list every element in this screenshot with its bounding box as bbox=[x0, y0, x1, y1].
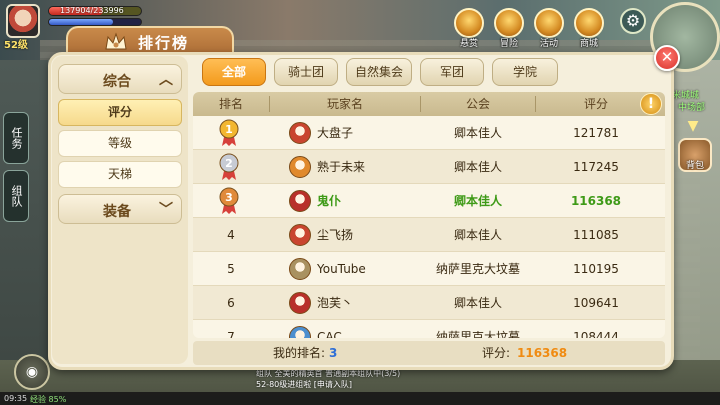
table-row[interactable]: 6 泡芙丶 卿本佳人 109641 bbox=[193, 286, 665, 320]
player-emblem-icon bbox=[289, 326, 311, 338]
table-row[interactable]: 7 CAC 纳萨里克大坟墓 108444 bbox=[193, 320, 665, 338]
shop-icon[interactable] bbox=[574, 8, 604, 38]
rank-medal-number: 1 bbox=[225, 123, 233, 136]
bottom-status-bar bbox=[0, 392, 720, 405]
score-value: 117245 bbox=[573, 160, 619, 174]
rank-medal-icon: 1 bbox=[219, 119, 239, 146]
quest-side-button[interactable]: 任务 bbox=[3, 112, 29, 164]
ranking-table[interactable]: 排名 玩家名 公会 评分 1 大盘子 卿本佳人 121781 2 熟于未来 卿本佳人 1172… bbox=[193, 92, 665, 338]
close-button[interactable]: ✕ bbox=[654, 45, 680, 71]
table-header: 排名 玩家名 公会 评分 bbox=[193, 92, 665, 116]
mp-bar-fill bbox=[49, 19, 114, 25]
leaderboard-title: 排行榜 bbox=[138, 34, 190, 52]
table-row[interactable]: 5 YouTube 纳萨里克大坟墓 110195 bbox=[193, 252, 665, 286]
player-name[interactable]: 大盘子 bbox=[317, 116, 353, 150]
category-overall-label: 综合 bbox=[103, 74, 131, 90]
my-rank-value: 3 bbox=[329, 346, 338, 360]
bounty-label: 悬赏 bbox=[459, 39, 478, 49]
team-side-button[interactable]: 组队 bbox=[3, 170, 29, 222]
adventure-icon[interactable] bbox=[494, 8, 524, 38]
table-row[interactable]: 4 尘飞扬 卿本佳人 111085 bbox=[193, 218, 665, 252]
guild-name: 卿本佳人 bbox=[453, 160, 502, 174]
player-avatar[interactable] bbox=[6, 4, 40, 38]
sub-item-score[interactable]: 评分 bbox=[58, 99, 182, 126]
sub-item-level[interactable]: 等级 bbox=[58, 130, 182, 157]
chat-line-2: 52-80级进组啦 [申请入队] bbox=[256, 380, 353, 389]
my-rank-label: 我的排名: bbox=[273, 346, 326, 360]
my-score-label: 评分: bbox=[482, 346, 511, 360]
player-name[interactable]: YouTube bbox=[317, 252, 366, 286]
header-rank: 排名 bbox=[218, 97, 243, 111]
rank-number: 6 bbox=[227, 296, 235, 310]
tab-knights[interactable]: 骑士团 bbox=[274, 58, 338, 86]
score-value: 109641 bbox=[573, 296, 619, 310]
player-emblem-icon bbox=[289, 190, 311, 212]
activity-label: 活动 bbox=[539, 39, 558, 49]
score-value: 110195 bbox=[573, 262, 619, 276]
header-player: 玩家名 bbox=[326, 97, 363, 111]
settings-gear-icon[interactable]: ⚙ bbox=[620, 8, 646, 34]
rank-medal-number: 2 bbox=[225, 157, 233, 170]
player-name[interactable]: CAC bbox=[317, 320, 342, 338]
rank-medal-icon: 2 bbox=[219, 153, 239, 180]
player-name[interactable]: 泡芙丶 bbox=[317, 286, 353, 320]
adventure-label: 冒险 bbox=[499, 39, 518, 49]
rank-number: 4 bbox=[227, 228, 235, 242]
score-value: 121781 bbox=[573, 126, 619, 140]
mp-bar bbox=[48, 18, 142, 26]
player-level: 52级 bbox=[4, 40, 28, 51]
score-value: 111085 bbox=[573, 228, 619, 242]
header-guild: 公会 bbox=[465, 97, 490, 111]
player-name[interactable]: 熟于未来 bbox=[317, 150, 365, 184]
chevron-down-icon: ﹀ bbox=[159, 202, 173, 218]
guild-name: 卿本佳人 bbox=[453, 228, 502, 242]
player-emblem-icon bbox=[289, 156, 311, 178]
tab-legion[interactable]: 军团 bbox=[420, 58, 484, 86]
chat-box[interactable]: 组队 全美的精英首 普通副本组队中(3/5) 52-80级进组啦 [申请入队] bbox=[256, 368, 506, 390]
guild-name: 纳萨里克大坟墓 bbox=[435, 330, 520, 338]
activity-icon[interactable] bbox=[534, 8, 564, 38]
info-exclamation-icon[interactable]: ! bbox=[640, 93, 662, 115]
guild-name: 卿本佳人 bbox=[453, 126, 502, 140]
score-value: 116368 bbox=[570, 194, 622, 208]
voice-chat-icon[interactable]: ◉ bbox=[14, 354, 50, 390]
bag-label: 背包 bbox=[685, 161, 704, 171]
shop-label: 商城 bbox=[579, 39, 598, 49]
player-emblem-icon bbox=[289, 292, 311, 314]
guild-name: 纳萨里克大坟墓 bbox=[435, 262, 520, 276]
category-equipment-label: 装备 bbox=[103, 204, 131, 220]
table-row[interactable]: 2 熟于未来 卿本佳人 117245 bbox=[193, 150, 665, 184]
category-equipment[interactable]: 装备 ﹀ bbox=[58, 194, 182, 224]
map-label-2: 中场部 bbox=[678, 103, 706, 113]
header-score: 评分 bbox=[583, 97, 608, 111]
bounty-icon[interactable] bbox=[454, 8, 484, 38]
rank-number: 7 bbox=[227, 330, 235, 338]
chevron-down-icon[interactable]: ▼ bbox=[682, 118, 704, 134]
player-emblem-icon bbox=[289, 122, 311, 144]
sub-item-ladder[interactable]: 天梯 bbox=[58, 161, 182, 188]
crown-icon bbox=[105, 32, 127, 50]
guild-name: 卿本佳人 bbox=[453, 296, 502, 310]
tab-academy[interactable]: 学院 bbox=[492, 58, 558, 86]
category-overall[interactable]: 综合 ︿ bbox=[58, 64, 182, 94]
player-emblem-icon bbox=[289, 224, 311, 246]
tab-all[interactable]: 全部 bbox=[202, 58, 266, 86]
player-name[interactable]: 鬼仆 bbox=[317, 184, 341, 218]
player-name[interactable]: 尘飞扬 bbox=[317, 218, 353, 252]
player-emblem-icon bbox=[289, 258, 311, 280]
exp-text: 经验 85% bbox=[30, 395, 67, 404]
score-value: 108444 bbox=[573, 330, 619, 338]
rank-medal-number: 3 bbox=[225, 191, 233, 204]
clock-text: 09:35 bbox=[4, 394, 28, 403]
table-row[interactable]: 1 大盘子 卿本佳人 121781 bbox=[193, 116, 665, 150]
tab-nature-guild[interactable]: 自然集会 bbox=[346, 58, 412, 86]
guild-name: 卿本佳人 bbox=[453, 194, 502, 208]
table-row[interactable]: 3 鬼仆 卿本佳人 116368 bbox=[193, 184, 665, 218]
hp-text: 137904/233996 bbox=[60, 6, 124, 15]
rank-medal-icon: 3 bbox=[219, 187, 239, 214]
chevron-up-icon: ︿ bbox=[159, 72, 173, 88]
my-score-value: 116368 bbox=[517, 346, 568, 360]
my-rank-footer: 我的排名: 3 评分: 116368 bbox=[193, 341, 665, 365]
rank-number: 5 bbox=[227, 262, 235, 276]
